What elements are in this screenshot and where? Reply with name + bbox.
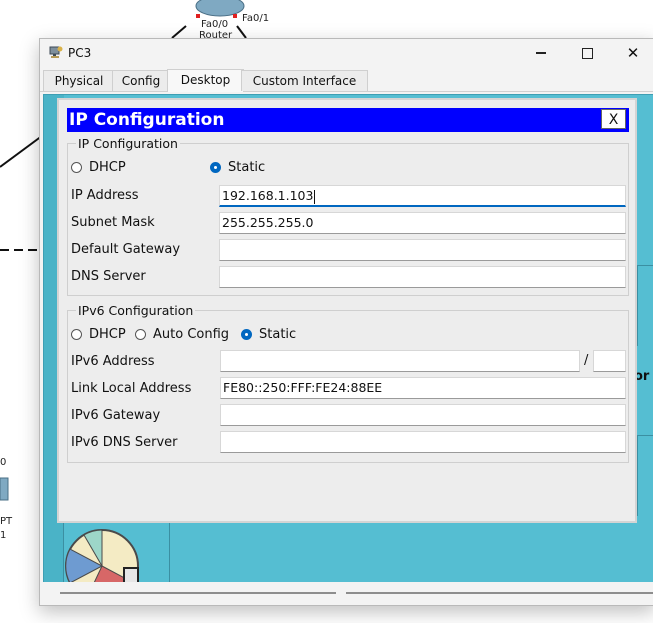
close-icon: ✕ [626, 44, 640, 62]
radio-selected-icon [241, 329, 252, 340]
dialog-close-button[interactable]: X [601, 109, 626, 129]
iface-label: Fa0/1 [242, 13, 270, 24]
pc-app-icon [49, 46, 63, 58]
ipv6-address-label: IPv6 Address [71, 354, 155, 369]
link-local-address-label: Link Local Address [71, 381, 192, 396]
ipv6-dns-server-input[interactable] [220, 431, 626, 453]
prefix-separator: / [584, 353, 589, 368]
tab-bar: Physical Config Desktop Custom Interface [40, 69, 653, 92]
ip-address-value: 192.168.1.103 [222, 188, 314, 203]
pie-chart-icon[interactable] [64, 526, 139, 583]
subnet-mask-input[interactable]: 255.255.255.0 [219, 212, 626, 234]
ipv4-dhcp-radio[interactable]: DHCP [71, 160, 126, 175]
minimize-icon [536, 52, 546, 54]
radio-unselected-icon [71, 162, 82, 173]
ipv6-auto-config-radio[interactable]: Auto Config [135, 327, 229, 342]
text-caret [314, 189, 316, 204]
ipv4-static-radio[interactable]: Static [210, 160, 265, 175]
bottom-bar [40, 582, 653, 605]
router-link-line [236, 25, 247, 39]
default-gateway-label: Default Gateway [71, 242, 181, 257]
title-bar[interactable]: PC3 ✕ [40, 39, 653, 67]
maximize-icon [581, 47, 593, 59]
ipv6-group: IPv6 Configuration DHCP Auto Config Stat… [67, 303, 629, 463]
ipv4-legend: IP Configuration [76, 136, 180, 151]
maximize-button[interactable] [564, 39, 610, 67]
ipv6-legend: IPv6 Configuration [76, 303, 196, 318]
ipv6-auto-config-label: Auto Config [153, 327, 230, 342]
ipv6-prefix-input[interactable] [593, 350, 626, 372]
subnet-mask-label: Subnet Mask [71, 215, 155, 230]
desktop-app-frame [637, 265, 653, 346]
router-icon [195, 0, 245, 17]
router-port-marker [233, 14, 237, 18]
minimize-button[interactable] [518, 39, 564, 67]
pc-label: 0 [0, 457, 7, 468]
radio-unselected-icon [71, 329, 82, 340]
ipv6-address-input[interactable] [220, 350, 580, 372]
ipv6-dhcp-label: DHCP [89, 327, 126, 342]
tab-config[interactable]: Config [112, 70, 170, 91]
dns-server-input[interactable] [219, 266, 626, 288]
ipv6-gateway-label: IPv6 Gateway [71, 408, 161, 423]
close-window-button[interactable]: ✕ [610, 39, 653, 67]
pc-icon [0, 477, 9, 501]
pc-label: PT [0, 516, 13, 527]
window-title: PC3 [68, 46, 92, 60]
ipv6-dns-server-label: IPv6 DNS Server [71, 435, 178, 450]
ipv6-gateway-input[interactable] [220, 404, 626, 426]
tab-custom-interface[interactable]: Custom Interface [241, 70, 368, 91]
ipv6-static-label: Static [259, 327, 297, 342]
ipv4-dhcp-label: DHCP [89, 160, 126, 175]
ipv6-dhcp-radio[interactable]: DHCP [71, 327, 126, 342]
horizontal-scrollbar[interactable] [60, 592, 336, 594]
horizontal-scrollbar[interactable] [346, 592, 653, 594]
dialog-title-bar: IP Configuration X [67, 108, 629, 132]
dialog-title: IP Configuration [69, 110, 225, 130]
default-gateway-input[interactable] [219, 239, 626, 261]
ipv6-static-radio[interactable]: Static [241, 327, 296, 342]
ip-address-label: IP Address [71, 188, 139, 203]
iface-label: Fa0/0 [201, 19, 229, 30]
ip-configuration-dialog: IP Configuration X IP Configuration DHCP… [57, 98, 637, 523]
link-local-address-input[interactable]: FE80::250:FFF:FE24:88EE [220, 377, 626, 399]
ipv4-group: IP Configuration DHCP Static IP Address … [67, 136, 629, 296]
ipv4-static-label: Static [228, 160, 266, 175]
tab-physical[interactable]: Physical [43, 70, 115, 91]
radio-selected-icon [210, 162, 221, 173]
router-link-line [171, 25, 187, 39]
router-port-marker [196, 14, 200, 18]
pc-label: 1 [0, 530, 7, 541]
ip-address-input[interactable]: 192.168.1.103 [219, 185, 626, 207]
desktop-app-frame [637, 435, 653, 516]
dns-server-label: DNS Server [71, 269, 146, 284]
radio-unselected-icon [135, 329, 146, 340]
tab-desktop[interactable]: Desktop [167, 69, 244, 92]
